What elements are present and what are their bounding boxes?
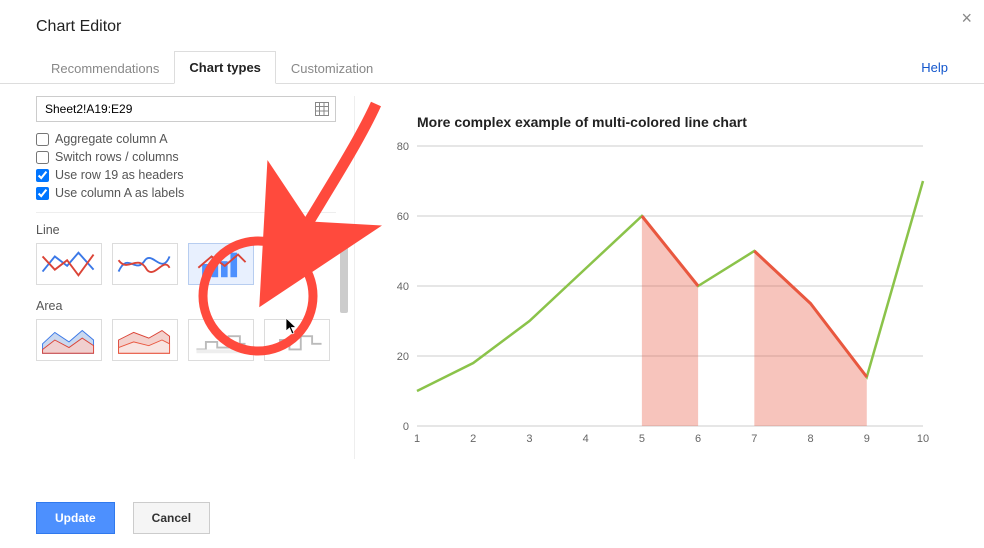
section-line-label: Line bbox=[36, 223, 336, 237]
tab-recommendations[interactable]: Recommendations bbox=[36, 52, 174, 84]
checkbox-labels-input[interactable] bbox=[36, 187, 49, 200]
scrollbar-thumb[interactable] bbox=[340, 243, 348, 313]
svg-text:9: 9 bbox=[864, 433, 870, 445]
chart-title: More complex example of multi-colored li… bbox=[373, 96, 948, 136]
area-thumbs bbox=[36, 319, 336, 361]
data-range-input[interactable] bbox=[43, 101, 315, 117]
svg-text:80: 80 bbox=[397, 141, 409, 153]
thumb-area-basic[interactable] bbox=[36, 319, 102, 361]
checkbox-switch[interactable]: Switch rows / columns bbox=[36, 148, 336, 166]
section-area-label: Area bbox=[36, 299, 336, 313]
chart-canvas: 0 20 40 60 80 1 2 3 4 5 6 7 8 9 10 bbox=[373, 136, 943, 456]
thumb-line-smooth[interactable] bbox=[112, 243, 178, 285]
svg-text:2: 2 bbox=[470, 433, 476, 445]
svg-text:7: 7 bbox=[751, 433, 757, 445]
checkbox-labels[interactable]: Use column A as labels bbox=[36, 184, 336, 202]
svg-text:0: 0 bbox=[403, 421, 409, 433]
checkbox-aggregate[interactable]: Aggregate column A bbox=[36, 130, 336, 148]
checkbox-switch-input[interactable] bbox=[36, 151, 49, 164]
cancel-button[interactable]: Cancel bbox=[133, 502, 210, 534]
tabs: Recommendations Chart types Customizatio… bbox=[0, 50, 984, 84]
svg-text:40: 40 bbox=[397, 281, 409, 293]
select-range-icon[interactable] bbox=[315, 102, 329, 116]
svg-text:5: 5 bbox=[639, 433, 645, 445]
chart-preview: More complex example of multi-colored li… bbox=[354, 96, 948, 459]
checkbox-aggregate-input[interactable] bbox=[36, 133, 49, 146]
left-panel: Aggregate column A Switch rows / columns… bbox=[36, 96, 336, 459]
svg-text:3: 3 bbox=[526, 433, 532, 445]
thumb-area-step[interactable] bbox=[188, 319, 254, 361]
help-link[interactable]: Help bbox=[921, 52, 948, 83]
thumb-combo-chart[interactable] bbox=[188, 243, 254, 285]
svg-text:1: 1 bbox=[414, 433, 420, 445]
checkbox-headers[interactable]: Use row 19 as headers bbox=[36, 166, 336, 184]
thumb-area-stacked[interactable] bbox=[112, 319, 178, 361]
checkbox-headers-input[interactable] bbox=[36, 169, 49, 182]
update-button[interactable]: Update bbox=[36, 502, 115, 534]
svg-text:60: 60 bbox=[397, 211, 409, 223]
thumb-line-basic[interactable] bbox=[36, 243, 102, 285]
dialog-title: Chart Editor bbox=[0, 0, 984, 50]
svg-text:6: 6 bbox=[695, 433, 701, 445]
svg-text:20: 20 bbox=[397, 351, 409, 363]
checkbox-switch-label: Switch rows / columns bbox=[55, 150, 179, 164]
data-range-field[interactable] bbox=[36, 96, 336, 122]
checkbox-aggregate-label: Aggregate column A bbox=[55, 132, 168, 146]
tab-chart-types[interactable]: Chart types bbox=[174, 51, 276, 84]
checkbox-headers-label: Use row 19 as headers bbox=[55, 168, 184, 182]
tab-customization[interactable]: Customization bbox=[276, 52, 388, 84]
thumb-area-step2[interactable] bbox=[264, 319, 330, 361]
svg-text:10: 10 bbox=[917, 433, 929, 445]
svg-text:8: 8 bbox=[807, 433, 813, 445]
checkbox-labels-label: Use column A as labels bbox=[55, 186, 184, 200]
close-icon[interactable]: × bbox=[961, 8, 972, 29]
line-thumbs bbox=[36, 243, 336, 285]
svg-text:4: 4 bbox=[583, 433, 589, 445]
